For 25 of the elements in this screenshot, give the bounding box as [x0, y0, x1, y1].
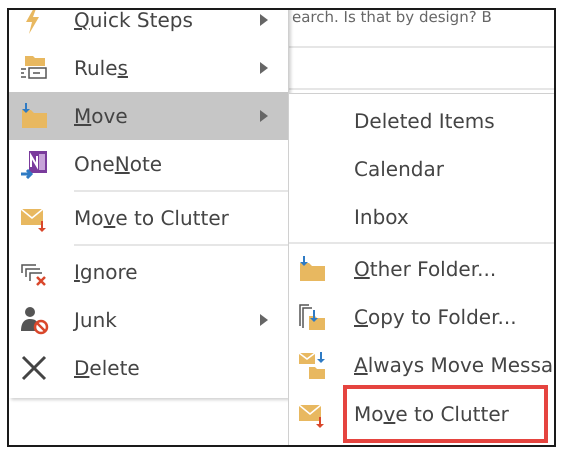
menu-item[interactable]: Delete: [9, 344, 288, 392]
envelope-folder-icon: [297, 350, 327, 380]
submenu-arrow-icon: [260, 62, 268, 74]
menu-item[interactable]: Deleted Items: [289, 97, 554, 145]
menu-item[interactable]: OneNote: [9, 140, 288, 188]
submenu-arrow-icon: [260, 314, 268, 326]
folder-move-icon: [297, 254, 327, 284]
delete-icon: [19, 353, 49, 383]
menu-item[interactable]: Move to Clutter: [9, 194, 288, 242]
folder-move-icon: [19, 101, 49, 131]
menu-item[interactable]: Junk: [9, 296, 288, 344]
menu-item[interactable]: Ignore: [9, 248, 288, 296]
menu-item[interactable]: Rules: [9, 44, 288, 92]
menu-item[interactable]: Calendar: [289, 145, 554, 193]
notebook-icon: [19, 149, 49, 179]
person-block-icon: [19, 305, 49, 335]
menu-item[interactable]: Move: [9, 92, 288, 140]
menu-item[interactable]: Copy to Folder...: [289, 293, 554, 341]
copy-folder-icon: [297, 302, 327, 332]
submenu-arrow-icon: [260, 110, 268, 122]
message-preview-text: earch. Is that by design? B: [292, 10, 492, 26]
menu-item[interactable]: Quick Steps: [9, 10, 288, 44]
menu-item[interactable]: Other Folder...: [289, 245, 554, 293]
menu-item[interactable]: Inbox: [289, 193, 554, 241]
submenu-arrow-icon: [260, 14, 268, 26]
